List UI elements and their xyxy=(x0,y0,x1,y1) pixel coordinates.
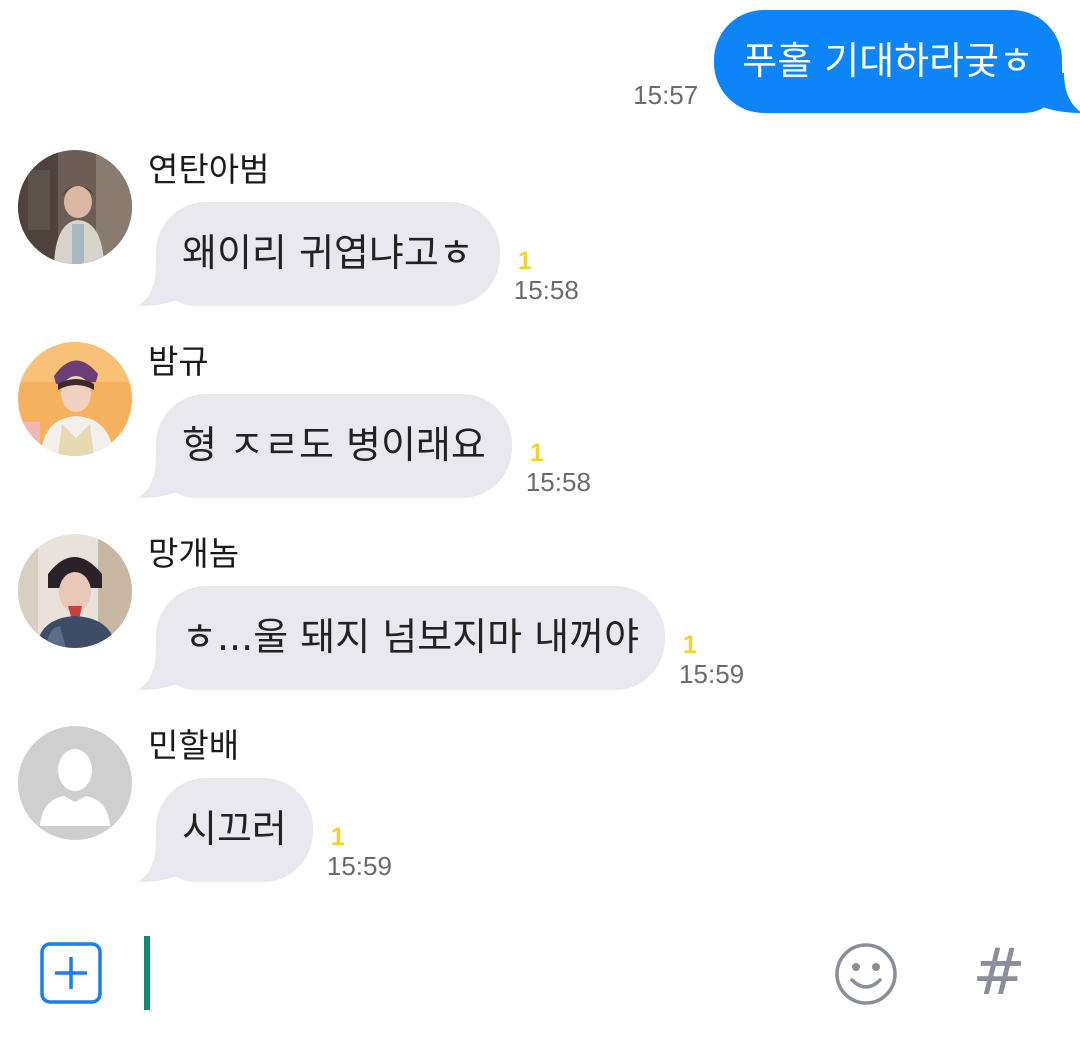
profile-photo-icon xyxy=(18,150,132,264)
message-text: 시끄러 xyxy=(182,807,287,851)
avatar[interactable] xyxy=(18,342,132,456)
message-text: 왜이리 귀엽냐고ㅎ xyxy=(182,231,474,275)
message-time: 15:58 xyxy=(525,467,591,497)
message-input-bar: # xyxy=(0,920,1080,1030)
outgoing-bubble[interactable]: 푸홀 기대하라궂ㅎ xyxy=(714,10,1080,113)
default-profile-icon xyxy=(18,726,132,840)
profile-photo-icon xyxy=(18,534,132,648)
bubble-tail xyxy=(136,650,186,690)
message-time: 15:59 xyxy=(326,851,392,881)
avatar[interactable] xyxy=(18,726,132,840)
sender-name: 망개놈 xyxy=(148,534,240,573)
sender-name: 연탄아범 xyxy=(148,150,270,189)
bubble-tail xyxy=(1034,73,1080,113)
bubble-tail xyxy=(136,842,186,882)
unread-count: 1 xyxy=(517,247,532,275)
unread-count: 1 xyxy=(683,631,697,659)
message-text: ㅎ...울 돼지 넘보지마 내꺼야 xyxy=(182,615,640,659)
message-input[interactable] xyxy=(150,936,790,1010)
message-time: 15:58 xyxy=(513,275,579,305)
plus-square-icon[interactable] xyxy=(40,942,102,1004)
unread-count: 1 xyxy=(529,439,544,467)
message-time: 15:57 xyxy=(633,80,699,110)
incoming-bubble[interactable]: 왜이리 귀엽냐고ㅎ xyxy=(138,202,500,306)
avatar[interactable] xyxy=(18,534,132,648)
incoming-bubble[interactable]: ㅎ...울 돼지 넘보지마 내꺼야 xyxy=(138,586,666,690)
profile-photo-icon xyxy=(18,342,132,456)
message-time: 15:59 xyxy=(679,659,745,689)
incoming-bubble[interactable]: 시끄러 xyxy=(138,778,313,882)
message-text: 형 ㅈㄹ도 병이래요 xyxy=(182,423,486,467)
hashtag-search-button[interactable]: # xyxy=(972,936,1026,1010)
bubble-tail xyxy=(136,266,186,306)
outgoing-message: 15:57 푸홀 기대하라궂ㅎ xyxy=(633,10,1080,113)
message-text: 푸홀 기대하라궂ㅎ xyxy=(742,39,1034,83)
unread-count: 1 xyxy=(330,823,345,851)
sender-name: 민할배 xyxy=(148,726,240,765)
avatar[interactable] xyxy=(18,150,132,264)
bubble-tail xyxy=(136,458,186,498)
smiley-icon[interactable] xyxy=(834,942,898,1006)
sender-name: 밤규 xyxy=(148,342,209,381)
incoming-bubble[interactable]: 형 ㅈㄹ도 병이래요 xyxy=(138,394,512,498)
